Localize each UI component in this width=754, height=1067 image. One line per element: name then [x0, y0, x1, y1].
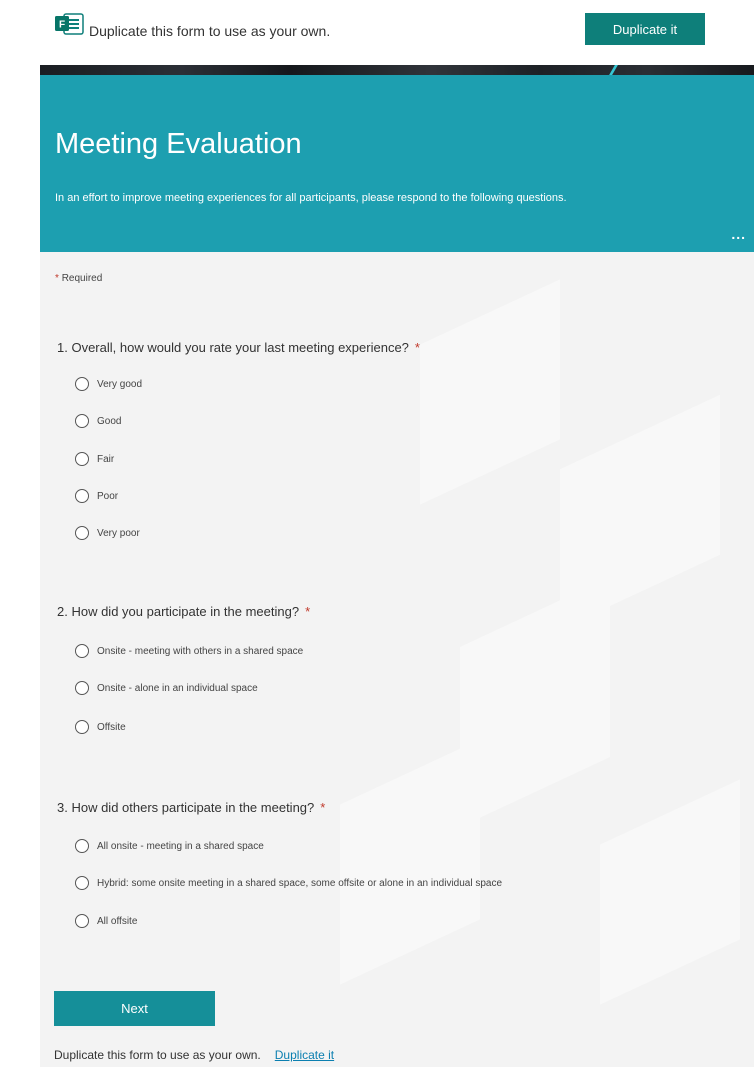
radio-button[interactable]: [75, 526, 89, 540]
option-label: Good: [97, 415, 122, 427]
duplicate-it-button[interactable]: Duplicate it: [585, 13, 705, 45]
option-very-good[interactable]: Very good: [75, 377, 142, 391]
header-image-strip: [40, 65, 754, 75]
option-label: Onsite - meeting with others in a shared…: [97, 645, 304, 657]
background-shape: [340, 739, 480, 985]
radio-button[interactable]: [75, 839, 89, 853]
more-options-icon[interactable]: ...: [731, 226, 746, 242]
required-note: * Required: [55, 273, 102, 284]
required-star: *: [320, 800, 326, 815]
option-label: Very poor: [97, 527, 140, 539]
option-label: All offsite: [97, 915, 138, 927]
radio-button[interactable]: [75, 414, 89, 428]
form-title: Meeting Evaluation: [55, 128, 302, 160]
option-hybrid[interactable]: Hybrid: some onsite meeting in a shared …: [75, 876, 502, 890]
radio-button[interactable]: [75, 377, 89, 391]
form-body: * Required 1. Overall, how would you rat…: [40, 252, 754, 1067]
background-shape: [420, 279, 560, 505]
option-label: Poor: [97, 490, 119, 502]
option-label: Very good: [97, 378, 143, 390]
option-fair[interactable]: Fair: [75, 452, 114, 466]
microsoft-forms-icon: F: [55, 13, 84, 35]
option-onsite-shared[interactable]: Onsite - meeting with others in a shared…: [75, 644, 303, 658]
question-text: 3. How did others participate in the mee…: [57, 800, 315, 815]
required-star: *: [305, 604, 311, 619]
required-label: Required: [61, 273, 103, 284]
duplicate-it-link[interactable]: Duplicate it: [275, 1048, 334, 1062]
radio-button[interactable]: [75, 681, 89, 695]
duplicate-message: Duplicate this form to use as your own.: [89, 23, 331, 39]
option-good[interactable]: Good: [75, 414, 121, 428]
form-header: Meeting Evaluation In an effort to impro…: [40, 75, 754, 252]
radio-button[interactable]: [75, 452, 89, 466]
required-star: *: [55, 273, 59, 284]
question-text: 1. Overall, how would you rate your last…: [57, 340, 409, 355]
radio-button[interactable]: [75, 914, 89, 928]
top-bar: F Duplicate this form to use as your own…: [0, 0, 754, 65]
question-2: 2. How did you participate in the meetin…: [57, 604, 310, 619]
option-label: Hybrid: some onsite meeting in a shared …: [97, 877, 503, 889]
radio-button[interactable]: [75, 876, 89, 890]
footer-message: Duplicate this form to use as your own.: [54, 1048, 261, 1062]
form-description: In an effort to improve meeting experien…: [55, 192, 567, 204]
question-text: 2. How did you participate in the meetin…: [57, 604, 300, 619]
background-shape: [460, 577, 610, 827]
option-label: Fair: [97, 453, 115, 465]
option-very-poor[interactable]: Very poor: [75, 526, 140, 540]
radio-button[interactable]: [75, 644, 89, 658]
option-offsite[interactable]: Offsite: [75, 720, 126, 734]
option-label: All onsite - meeting in a shared space: [97, 840, 264, 852]
option-onsite-alone[interactable]: Onsite - alone in an individual space: [75, 681, 258, 695]
question-3: 3. How did others participate in the mee…: [57, 800, 325, 815]
svg-text:F: F: [59, 20, 65, 31]
footer: Duplicate this form to use as your own. D…: [54, 1048, 334, 1062]
option-label: Offsite: [97, 721, 126, 733]
next-button[interactable]: Next: [54, 991, 215, 1026]
option-all-offsite[interactable]: All offsite: [75, 914, 137, 928]
radio-button[interactable]: [75, 720, 89, 734]
option-label: Onsite - alone in an individual space: [97, 682, 258, 694]
option-all-onsite[interactable]: All onsite - meeting in a shared space: [75, 839, 264, 853]
required-star: *: [414, 340, 420, 355]
question-1: 1. Overall, how would you rate your last…: [57, 340, 420, 355]
background-shape: [600, 779, 740, 1005]
radio-button[interactable]: [75, 489, 89, 503]
option-poor[interactable]: Poor: [75, 489, 118, 503]
